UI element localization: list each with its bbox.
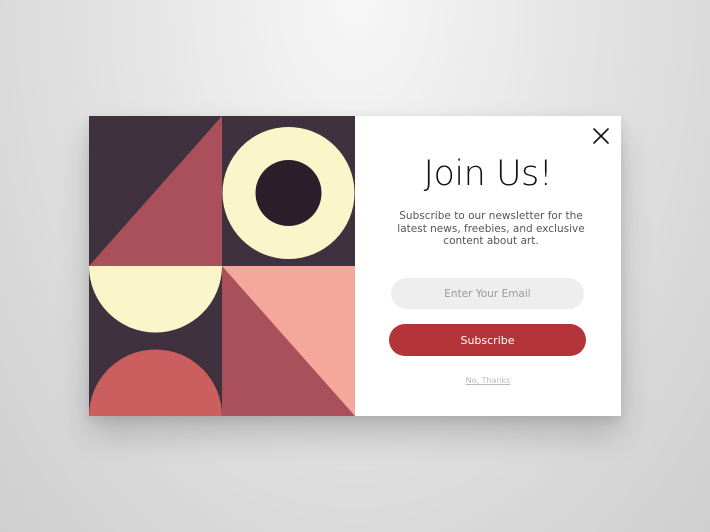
popup-title: Join Us! — [423, 154, 553, 194]
close-icon — [593, 128, 609, 144]
ring-center — [255, 160, 322, 226]
email-input[interactable] — [391, 278, 584, 309]
close-button[interactable] — [591, 126, 611, 146]
popup-description: Subscribe to our newsletter for the late… — [397, 210, 585, 247]
artwork-canvas — [89, 116, 355, 416]
geometric-artwork — [89, 116, 355, 416]
signup-panel: Join Us! Subscribe to our newsletter for… — [355, 116, 621, 416]
subscribe-button[interactable]: Subscribe — [389, 324, 586, 356]
newsletter-popup: Join Us! Subscribe to our newsletter for… — [89, 116, 621, 416]
no-thanks-link[interactable]: No, Thanks — [355, 376, 621, 385]
